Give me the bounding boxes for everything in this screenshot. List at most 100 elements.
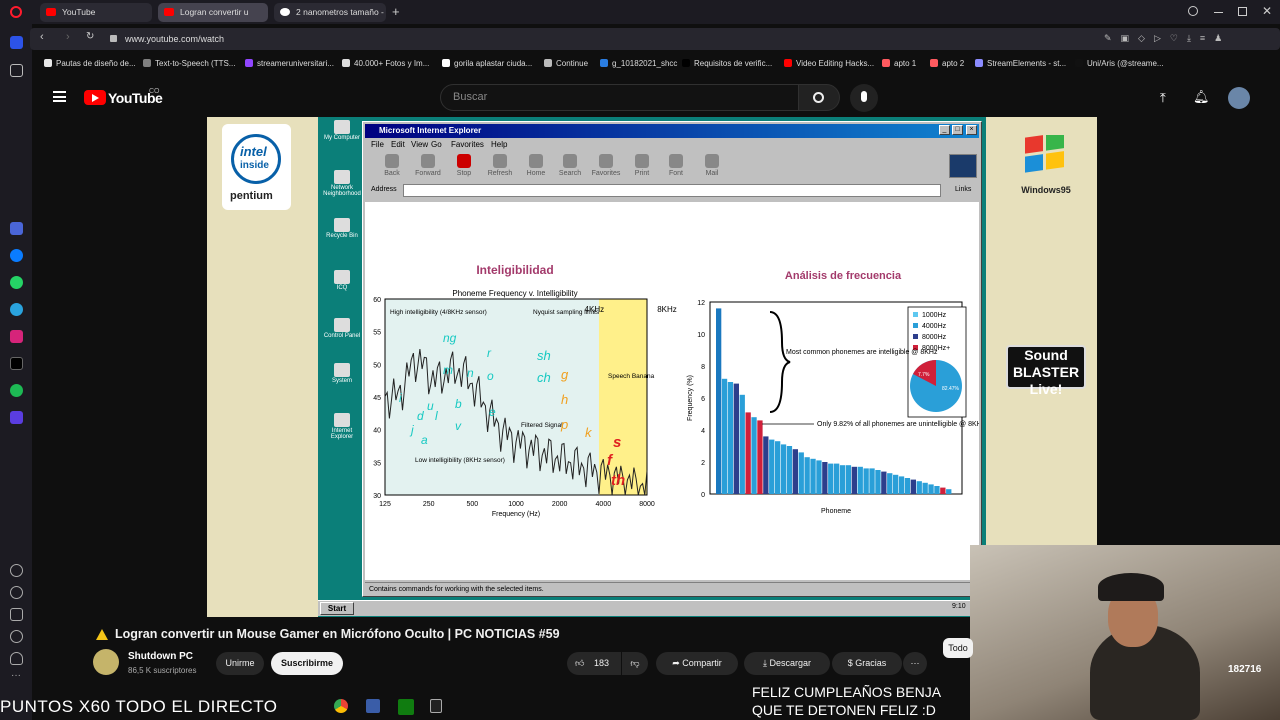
ie-menu-item[interactable]: View xyxy=(411,140,428,149)
dislike-button[interactable]: 👎︎ xyxy=(622,652,648,675)
bookmark-item[interactable]: Uni/Aris (@streame... xyxy=(1075,59,1164,68)
subscribe-button[interactable]: Suscribirme xyxy=(271,652,343,675)
aria-icon[interactable] xyxy=(10,222,23,235)
desktop-icon[interactable]: System xyxy=(322,363,362,384)
ie-minimize-button[interactable]: _ xyxy=(939,125,950,135)
ie-menu-item[interactable]: Help xyxy=(491,140,507,149)
address-bar[interactable]: ‹ › ↻ www.youtube.com/watch ✎▣◇▷♡⤓≡♟ xyxy=(30,28,1280,50)
channel-name[interactable]: Shutdown PC xyxy=(128,651,193,662)
ie-address-field[interactable] xyxy=(403,184,941,197)
tab-logran[interactable]: Logran convertir u xyxy=(158,3,268,22)
desktop-icon[interactable]: Control Panel xyxy=(322,318,362,339)
new-tab-icon[interactable]: + xyxy=(392,5,400,19)
ie-menu-item[interactable]: Go xyxy=(431,140,442,149)
xbox-icon[interactable] xyxy=(398,699,414,715)
bookmark-item[interactable]: Video Editing Hacks... xyxy=(784,59,874,68)
more-actions-button[interactable]: ··· xyxy=(903,652,927,675)
restore-icon[interactable] xyxy=(1238,7,1247,16)
extensions-icon[interactable] xyxy=(10,608,23,621)
bookmark-item[interactable]: Continue xyxy=(544,59,588,68)
desktop-icon[interactable]: My Computer xyxy=(322,120,362,141)
bookmark-item[interactable]: streameruniversitari... xyxy=(245,59,334,68)
back-icon[interactable]: ‹ xyxy=(40,31,44,43)
upload-icon[interactable]: ⤒ xyxy=(1160,90,1166,106)
links-label[interactable]: Links xyxy=(955,186,971,193)
download-button[interactable]: ⤓ Descargar xyxy=(744,652,830,675)
chrome-icon[interactable] xyxy=(334,699,348,713)
bookmark-item[interactable]: apto 1 xyxy=(882,59,916,68)
youtube-logo-icon[interactable] xyxy=(84,90,106,105)
ie-toolbar-button[interactable]: Stop xyxy=(447,154,481,177)
start-button[interactable]: Start xyxy=(320,602,354,615)
thanks-button[interactable]: $ Gracias xyxy=(832,652,902,675)
ie-toolbar-button[interactable]: Print xyxy=(625,154,659,177)
desktop-icon[interactable]: Internet Explorer xyxy=(322,413,362,440)
tab-youtube[interactable]: YouTube xyxy=(40,3,152,22)
ie-toolbar-button[interactable]: Refresh xyxy=(483,154,517,177)
desktop-icon[interactable]: Network Neighborhood xyxy=(322,170,362,197)
calculator-icon[interactable] xyxy=(366,699,380,713)
messenger-icon[interactable] xyxy=(10,249,23,262)
star-icon[interactable] xyxy=(10,64,23,77)
bookmark-item[interactable]: StreamElements - st... xyxy=(975,59,1066,68)
search-button[interactable] xyxy=(798,84,840,111)
minimize-icon[interactable] xyxy=(1214,12,1223,13)
bookmark-item[interactable]: Pautas de diseño de... xyxy=(44,59,136,68)
heart-icon[interactable] xyxy=(10,564,23,577)
history-icon[interactable] xyxy=(10,586,23,599)
toolbar-icons[interactable]: ✎▣◇▷♡⤓≡♟ xyxy=(1104,33,1231,44)
tab-nanometros[interactable]: 2 nanometros tamaño - B xyxy=(274,3,386,22)
toolbar-icon xyxy=(385,154,399,168)
close-window-icon[interactable]: ✕ xyxy=(1262,4,1272,18)
tips-icon[interactable] xyxy=(10,652,23,665)
bookmark-item[interactable]: 40.000+ Fotos y Im... xyxy=(342,59,429,68)
ie-menu-item[interactable]: File xyxy=(371,140,384,149)
home-icon[interactable] xyxy=(10,36,23,49)
bookmark-item[interactable]: Text-to-Speech (TTS... xyxy=(143,59,235,68)
instagram-icon[interactable] xyxy=(10,330,23,343)
ie-close-button[interactable]: × xyxy=(966,125,977,135)
join-button[interactable]: Unirme xyxy=(216,652,264,675)
share-button[interactable]: ➦ Compartir xyxy=(656,652,738,675)
chip-all[interactable]: Todo xyxy=(943,638,973,658)
bookmark-item[interactable]: Requisitos de verific... xyxy=(682,59,772,68)
ie-toolbar-button[interactable]: Mail xyxy=(695,154,729,177)
channel-avatar[interactable] xyxy=(93,649,119,675)
spotify-icon[interactable] xyxy=(10,384,23,397)
desktop-icon[interactable]: Recycle Bin xyxy=(322,218,362,239)
epic-icon[interactable] xyxy=(430,699,442,713)
desktop-icon[interactable]: ICQ xyxy=(322,270,362,291)
bookmark-item[interactable]: g_10182021_shcc xyxy=(600,59,677,68)
more-icon[interactable]: ··· xyxy=(11,670,21,681)
ie-menu-item[interactable]: Favorites xyxy=(451,140,484,149)
avatar[interactable] xyxy=(1228,87,1250,109)
x-icon[interactable] xyxy=(10,357,23,370)
url-text[interactable]: www.youtube.com/watch xyxy=(125,28,224,50)
forward-icon[interactable]: › xyxy=(66,31,70,43)
ie-toolbar-button[interactable]: Search xyxy=(553,154,587,177)
telegram-icon[interactable] xyxy=(10,303,23,316)
bookmark-item[interactable]: gorila aplastar ciuda... xyxy=(442,59,532,68)
bookmark-favicon-icon xyxy=(1075,59,1083,67)
reload-icon[interactable]: ↻ xyxy=(86,31,94,42)
ie-toolbar-button[interactable]: Font xyxy=(659,154,693,177)
bookmark-item[interactable]: apto 2 xyxy=(930,59,964,68)
menu-icon[interactable] xyxy=(53,91,66,102)
search-tabs-icon[interactable] xyxy=(1188,6,1198,16)
toolbar-icon xyxy=(563,154,577,168)
ie-toolbar-button[interactable]: Home xyxy=(519,154,553,177)
ie-toolbar-button[interactable]: Forward xyxy=(411,154,445,177)
chart1-y-tick: 50 xyxy=(373,362,381,369)
search-input[interactable]: Buscar xyxy=(440,84,800,111)
ie-menu-item[interactable]: Edit xyxy=(391,140,405,149)
player-icon[interactable] xyxy=(10,411,23,424)
ie-toolbar-button[interactable]: Favorites xyxy=(589,154,623,177)
ie-maximize-button[interactable]: □ xyxy=(952,125,963,135)
voice-search-button[interactable] xyxy=(850,84,878,112)
ie-toolbar-button[interactable]: Back xyxy=(375,154,409,177)
notifications-icon[interactable]: 🔔︎ xyxy=(1193,89,1210,105)
opera-menu-icon[interactable] xyxy=(10,6,22,18)
like-button[interactable]: 👍︎ 183 xyxy=(567,652,621,675)
settings-icon[interactable] xyxy=(10,630,23,643)
whatsapp-icon[interactable] xyxy=(10,276,23,289)
